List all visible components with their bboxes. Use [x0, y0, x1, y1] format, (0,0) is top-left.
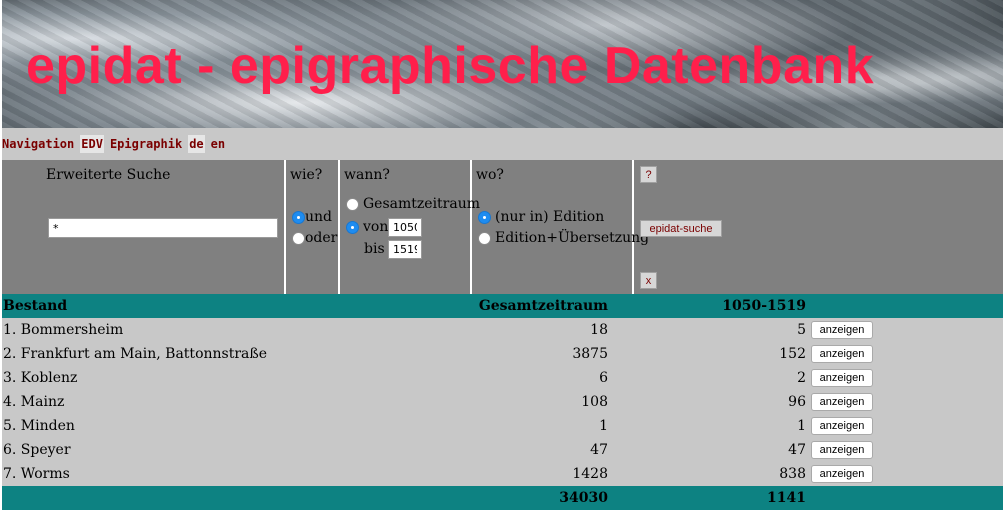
header-banner: epidat - epigraphische Datenbank: [2, 0, 1003, 128]
row-range-count: 96: [788, 394, 806, 410]
bis-year-input[interactable]: [388, 240, 422, 259]
wie-label: wie?: [290, 167, 323, 183]
edition-uebersetzung-label: Edition+Übersetzung: [495, 230, 650, 246]
oder-label: oder: [305, 230, 338, 246]
row-total: 6: [599, 370, 608, 386]
row-name: 2. Frankfurt am Main, Battonnstraße: [3, 346, 268, 362]
footer-range-total: 1141: [767, 490, 806, 506]
table-row: 7. Worms 1428 838 anzeigen: [2, 462, 1003, 486]
row-name: 6. Speyer: [3, 442, 71, 458]
table-row: 6. Speyer 47 47 anzeigen: [2, 438, 1003, 462]
row-name: 7. Worms: [3, 466, 70, 482]
wann-column: wann? Gesamtzeitraum von bis: [340, 160, 480, 294]
wann-label: wann?: [344, 167, 390, 183]
nav-link-epigraphik[interactable]: Epigraphik: [110, 135, 182, 153]
edition-uebersetzung-radio[interactable]: [478, 232, 491, 245]
row-total: 18: [590, 322, 608, 338]
search-button[interactable]: epidat-suche: [640, 220, 722, 237]
row-total: 47: [590, 442, 608, 458]
search-query-column: Erweiterte Suche: [2, 160, 286, 294]
row-range-count: 152: [779, 346, 806, 362]
header-bestand: Bestand: [3, 298, 68, 314]
row-range-count: 5: [797, 322, 806, 338]
nav-link-navigation[interactable]: Navigation: [2, 135, 74, 153]
nav-link-lang-de[interactable]: de: [188, 135, 205, 153]
wo-column: wo? (nur in) Edition Edition+Übersetzung: [472, 160, 649, 294]
row-total: 108: [581, 394, 608, 410]
footer-total: 34030: [559, 490, 608, 506]
nav-link-edv[interactable]: EDV: [80, 135, 104, 153]
nav-bar: Navigation EDV Epigraphik de en: [2, 128, 1003, 160]
gesamtzeitraum-radio[interactable]: [346, 198, 359, 211]
anzeigen-button[interactable]: anzeigen: [811, 393, 873, 411]
header-range: 1050-1519: [722, 298, 806, 314]
row-range-count: 1: [797, 418, 806, 434]
anzeigen-button[interactable]: anzeigen: [811, 345, 873, 363]
clear-button[interactable]: x: [640, 272, 657, 289]
gesamtzeitraum-label: Gesamtzeitraum: [363, 196, 480, 212]
row-name: 5. Minden: [3, 418, 75, 434]
header-gesamtzeitraum: Gesamtzeitraum: [478, 298, 608, 314]
nav-link-lang-en[interactable]: en: [211, 135, 225, 153]
table-footer-row: 34030 1141: [2, 486, 1003, 510]
table-row: 1. Bommersheim 18 5 anzeigen: [2, 318, 1003, 342]
site-title: epidat - epigraphische Datenbank: [26, 37, 875, 95]
oder-radio[interactable]: [292, 232, 305, 245]
von-radio[interactable]: [346, 221, 359, 234]
row-range-count: 838: [779, 466, 806, 482]
bis-label: bis: [364, 241, 385, 257]
row-name: 4. Mainz: [3, 394, 65, 410]
row-total: 1428: [572, 466, 608, 482]
row-range-count: 47: [788, 442, 806, 458]
row-name: 1. Bommersheim: [3, 322, 124, 338]
anzeigen-button[interactable]: anzeigen: [811, 369, 873, 387]
edition-label: (nur in) Edition: [495, 209, 605, 225]
actions-column: ? epidat-suche x: [634, 160, 1003, 294]
table-row: 5. Minden 1 1 anzeigen: [2, 414, 1003, 438]
anzeigen-button[interactable]: anzeigen: [811, 465, 873, 483]
search-input[interactable]: [48, 218, 278, 238]
results-table: Bestand Gesamtzeitraum 1050-1519 1. Bomm…: [2, 294, 1003, 510]
anzeigen-button[interactable]: anzeigen: [811, 321, 873, 339]
und-radio[interactable]: [292, 211, 305, 224]
row-name: 3. Koblenz: [3, 370, 78, 386]
advanced-search-panel: Erweiterte Suche wie? und oder wann? Ges…: [2, 160, 1003, 294]
row-range-count: 2: [797, 370, 806, 386]
row-total: 1: [599, 418, 608, 434]
anzeigen-button[interactable]: anzeigen: [811, 441, 873, 459]
von-label: von: [363, 219, 389, 235]
table-row: 2. Frankfurt am Main, Battonnstraße 3875…: [2, 342, 1003, 366]
help-button[interactable]: ?: [640, 166, 657, 183]
table-row: 4. Mainz 108 96 anzeigen: [2, 390, 1003, 414]
advanced-search-label: Erweiterte Suche: [46, 167, 171, 183]
und-label: und: [305, 209, 332, 225]
wo-label: wo?: [476, 167, 504, 183]
table-header-row: Bestand Gesamtzeitraum 1050-1519: [2, 294, 1003, 318]
edition-radio[interactable]: [478, 211, 491, 224]
row-total: 3875: [572, 346, 608, 362]
anzeigen-button[interactable]: anzeigen: [811, 417, 873, 435]
wie-column: wie? und oder: [286, 160, 340, 294]
von-year-input[interactable]: [388, 218, 422, 237]
table-row: 3. Koblenz 6 2 anzeigen: [2, 366, 1003, 390]
